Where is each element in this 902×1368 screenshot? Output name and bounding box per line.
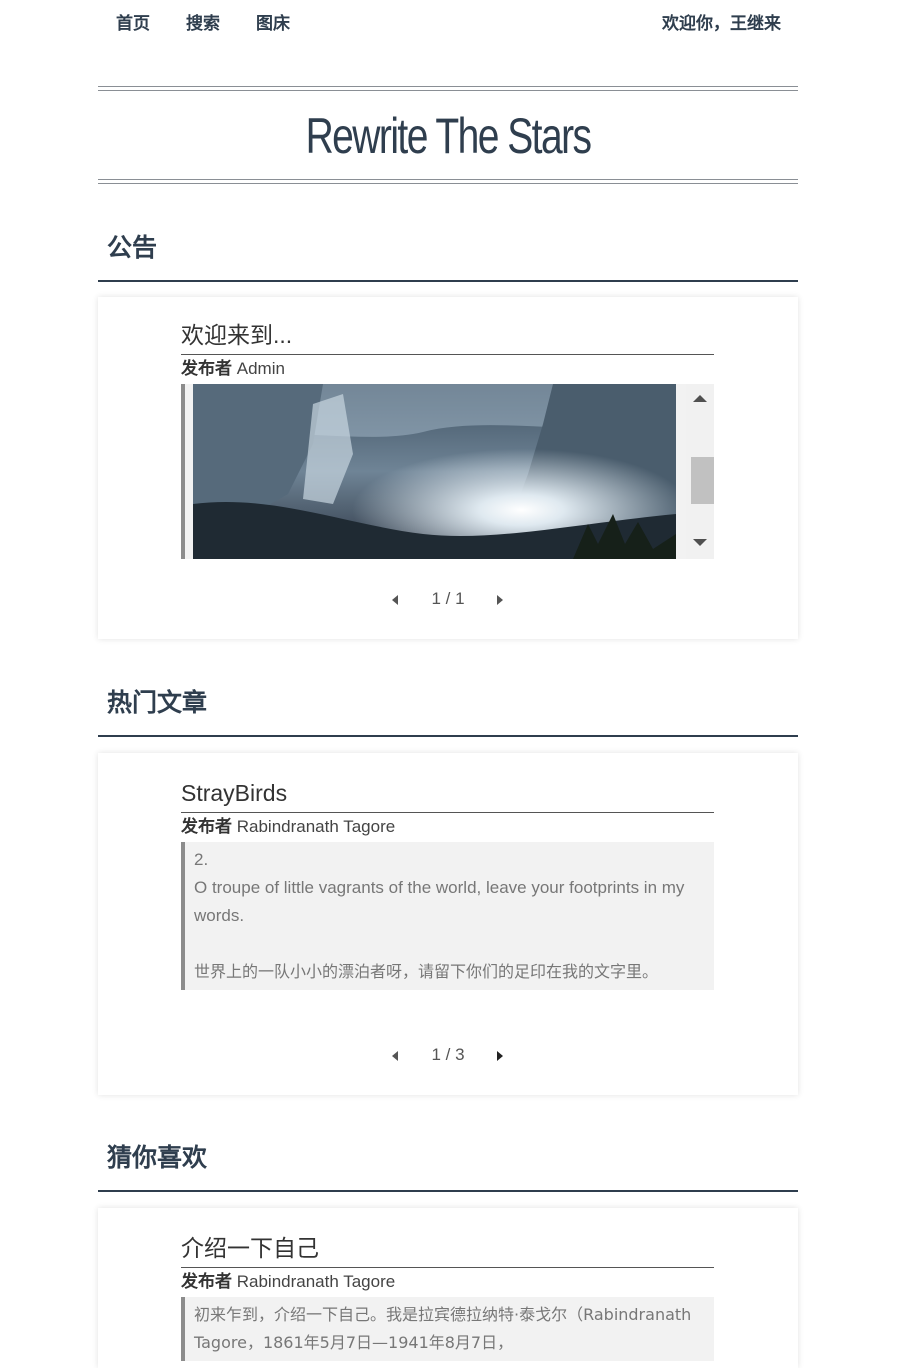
post-title-link[interactable]: 欢迎来到... [181, 321, 714, 355]
section-title: 热门文章 [107, 688, 208, 717]
pager-prev-icon[interactable] [392, 595, 398, 605]
section-heading-popular: 热门文章 [98, 675, 798, 737]
post-excerpt-box[interactable]: 2. O troupe of little vagrants of the wo… [181, 842, 714, 990]
publisher-label: 发布者 [181, 1272, 232, 1292]
image-scrollbar[interactable] [686, 384, 714, 559]
post-title-link[interactable]: 介绍一下自己 [181, 1234, 714, 1268]
publisher-label: 发布者 [181, 359, 232, 379]
page-count: 1 / 3 [431, 1045, 465, 1064]
site-banner: Rewrite The Stars [98, 86, 798, 184]
recommend-card: 介绍一下自己 发布者 Rabindranath Tagore 初来乍到，介绍一下… [98, 1208, 798, 1368]
post-excerpt: 初来乍到，介绍一下自己。我是拉宾德拉纳特·泰戈尔（Rabindranath Ta… [194, 1305, 692, 1352]
popular-card: StrayBirds 发布者 Rabindranath Tagore 2. O … [98, 753, 798, 1095]
top-nav: 首页 搜索 图床 欢迎你，王继来 [0, 0, 902, 40]
divider [98, 86, 798, 87]
excerpt-chinese: 世界上的一队小小的漂泊者呀，请留下你们的足印在我的文字里。 [194, 962, 659, 981]
post-author: Admin [236, 359, 285, 378]
section-heading-recommend: 猜你喜欢 [98, 1130, 798, 1192]
section-title: 猜你喜欢 [107, 1143, 208, 1172]
nav-home-link[interactable]: 首页 [116, 9, 150, 34]
divider [98, 183, 798, 184]
post-excerpt-box[interactable]: 初来乍到，介绍一下自己。我是拉宾德拉纳特·泰戈尔（Rabindranath Ta… [181, 1297, 714, 1361]
pager-prev-icon[interactable] [392, 1051, 398, 1061]
post-title-link[interactable]: StrayBirds [181, 779, 714, 813]
post-item: 介绍一下自己 发布者 Rabindranath Tagore 初来乍到，介绍一下… [181, 1234, 714, 1361]
post-excerpt: 2. O troupe of little vagrants of the wo… [185, 842, 714, 990]
announcement-image [193, 384, 676, 559]
post-author: Rabindranath Tagore [236, 817, 396, 836]
post-meta: 发布者 Rabindranath Tagore [181, 1271, 714, 1293]
pager: 1 / 3 [98, 1045, 798, 1069]
publisher-label: 发布者 [181, 817, 232, 837]
post-excerpt-box[interactable] [181, 384, 714, 559]
excerpt-number: 2. [194, 850, 209, 869]
divider [98, 179, 798, 180]
nav-search-link[interactable]: 搜索 [186, 9, 220, 34]
scroll-up-arrow-icon[interactable] [693, 395, 707, 402]
pager: 1 / 1 [98, 589, 798, 613]
post-item: StrayBirds 发布者 Rabindranath Tagore 2. O … [181, 779, 714, 990]
section-heading-announcement: 公告 [98, 220, 798, 282]
scroll-down-arrow-icon[interactable] [693, 539, 707, 546]
excerpt-english: O troupe of little vagrants of the world… [194, 878, 685, 925]
pager-next-icon[interactable] [497, 595, 503, 605]
post-author: Rabindranath Tagore [236, 1272, 396, 1291]
welcome-user[interactable]: 欢迎你，王继来 [662, 9, 781, 34]
site-title: Rewrite The Stars [305, 108, 592, 164]
scroll-thumb[interactable] [691, 457, 714, 504]
nav-image-host-link[interactable]: 图床 [256, 9, 290, 34]
section-title: 公告 [107, 233, 158, 262]
post-meta: 发布者 Rabindranath Tagore [181, 816, 714, 838]
pager-next-icon[interactable] [497, 1051, 503, 1061]
page-count: 1 / 1 [431, 589, 465, 608]
post-item: 欢迎来到... 发布者 Admin [181, 321, 714, 559]
post-meta: 发布者 Admin [181, 358, 714, 380]
divider [98, 90, 798, 91]
announcement-card: 欢迎来到... 发布者 Admin 1 / 1 [98, 297, 798, 639]
